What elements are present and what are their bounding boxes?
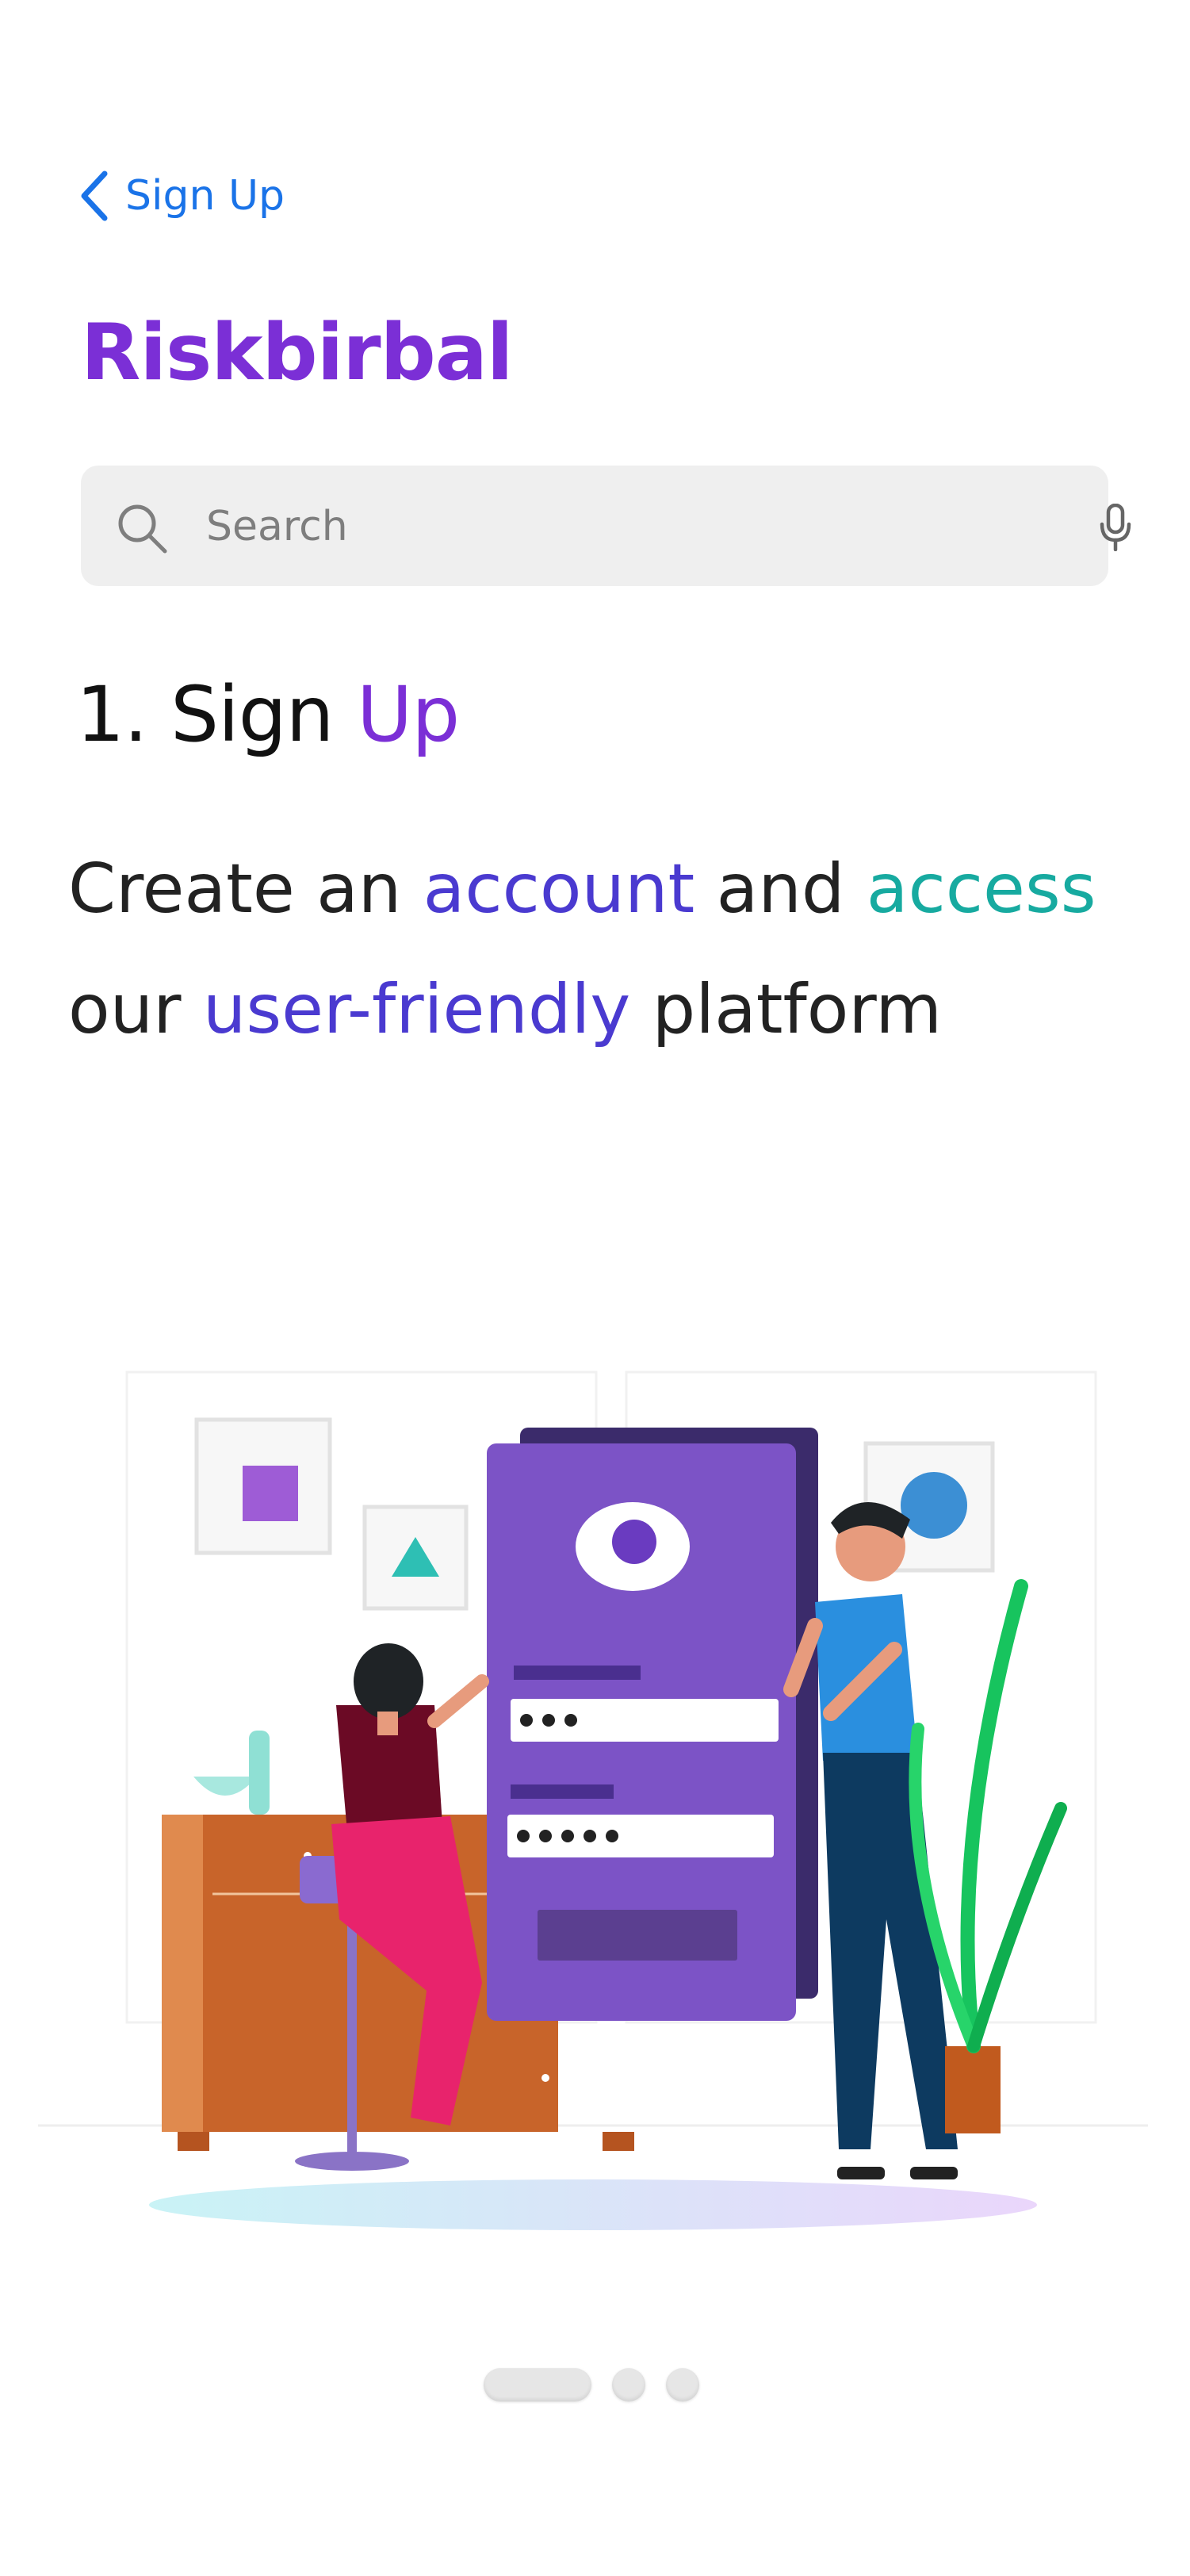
search-input[interactable] (205, 497, 1001, 556)
search-bar[interactable] (81, 466, 1131, 586)
chevron-left-icon (81, 171, 108, 221)
step-heading-accent: Up (357, 670, 460, 759)
page-indicator-dot[interactable] (612, 2368, 645, 2402)
back-button[interactable]: Sign Up (79, 171, 285, 221)
page-indicator (484, 2368, 699, 2402)
step-heading: 1. Sign Up (76, 670, 460, 759)
description-text: and (716, 849, 845, 929)
signup-illustration (38, 1370, 1148, 2230)
step-description: Create an account and access our user-fr… (68, 829, 1162, 1070)
search-icon (118, 504, 167, 554)
description-text: platform (652, 970, 943, 1049)
page-indicator-dot[interactable] (666, 2368, 699, 2402)
description-highlight-access: access (866, 849, 1096, 929)
description-text: our (68, 970, 182, 1049)
description-highlight-account: account (423, 849, 695, 929)
microphone-icon[interactable] (1098, 504, 1133, 551)
back-label: Sign Up (125, 172, 285, 220)
description-text: Create an (68, 849, 402, 929)
app-brand-title: Riskbirbal (81, 308, 514, 398)
step-heading-prefix: 1. Sign (76, 670, 334, 759)
page-indicator-dot-active[interactable] (484, 2368, 591, 2402)
description-highlight-user-friendly: user-friendly (202, 970, 631, 1049)
